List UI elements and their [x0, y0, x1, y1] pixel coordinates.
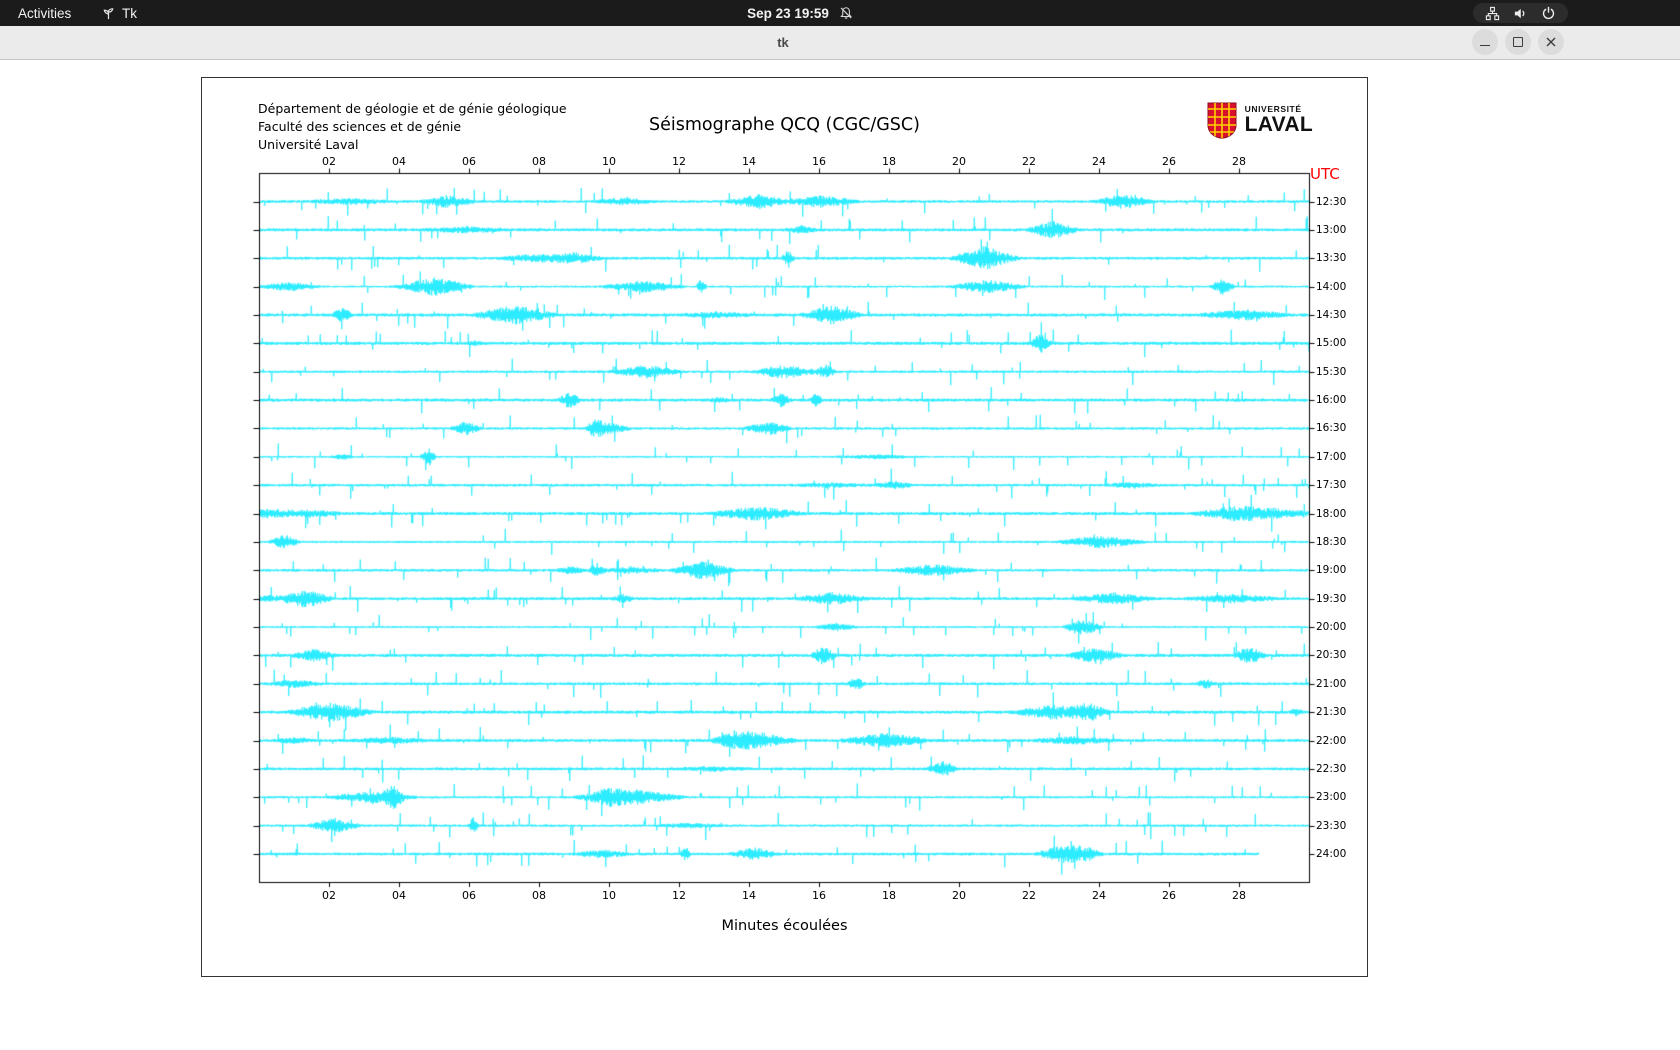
app-indicator-label: Tk	[122, 5, 137, 21]
network-icon	[1485, 6, 1500, 21]
window-titlebar[interactable]: tk	[0, 26, 1680, 60]
activities-button[interactable]: Activities	[14, 0, 75, 26]
seismogram-canvas	[202, 78, 1367, 976]
clock-label: Sep 23 19:59	[747, 5, 829, 21]
window-content: Département de géologie et de génie géol…	[0, 60, 1680, 1050]
clock-button[interactable]: Sep 23 19:59	[747, 0, 853, 26]
maximize-icon	[1513, 37, 1523, 47]
x-axis-label: Minutes écoulées	[721, 918, 848, 934]
tk-app-icon	[102, 6, 115, 20]
gnome-top-bar: Activities Tk Sep 23 19:59	[0, 0, 1680, 26]
volume-icon	[1513, 6, 1528, 21]
window-title: tk	[777, 35, 789, 50]
system-tray[interactable]	[1473, 3, 1568, 23]
window-controls	[1472, 29, 1564, 55]
power-icon	[1541, 6, 1556, 21]
desktop: Activities Tk Sep 23 19:59 tk 02 02 04 0…	[0, 0, 1680, 1050]
close-icon	[1546, 37, 1556, 47]
minimize-button[interactable]	[1472, 29, 1498, 55]
notifications-muted-icon	[839, 6, 853, 20]
minimize-icon	[1480, 44, 1490, 46]
seismograph-figure: Département de géologie et de génie géol…	[201, 77, 1368, 977]
app-indicator[interactable]: Tk	[102, 0, 137, 26]
maximize-button[interactable]	[1505, 29, 1531, 55]
close-button[interactable]	[1538, 29, 1564, 55]
